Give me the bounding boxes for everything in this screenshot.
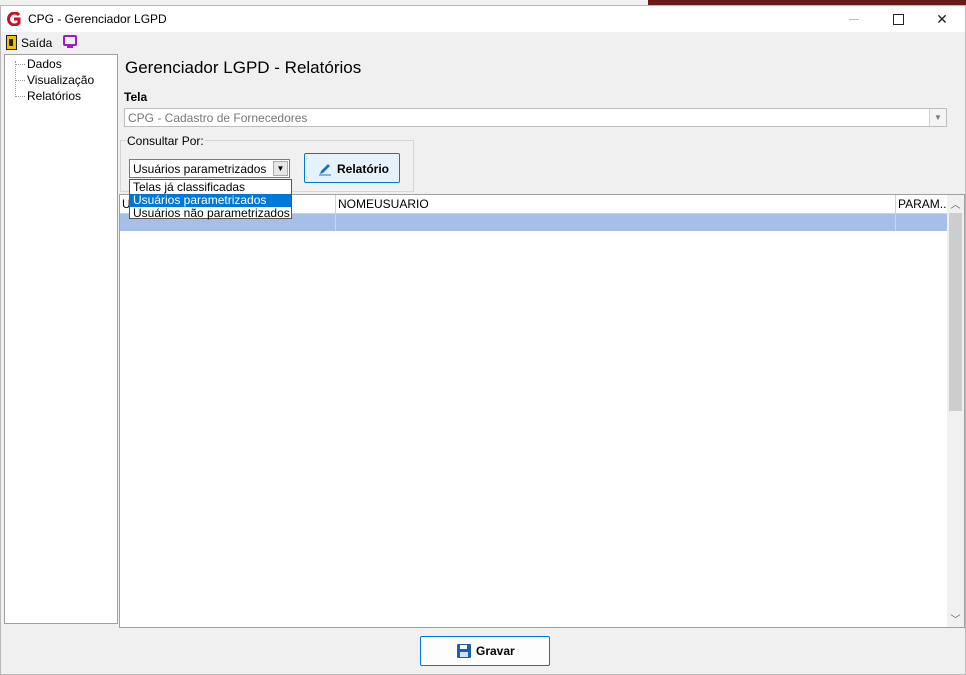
cell-separator (335, 214, 336, 231)
tree-item-dados[interactable]: Dados (27, 57, 62, 71)
consultar-dropdown-list: Telas já classificadas Usuários parametr… (129, 179, 292, 220)
relatorio-button[interactable]: Relatório (304, 153, 400, 183)
cell-separator (895, 214, 896, 231)
tree-item-relatorios[interactable]: Relatórios (27, 89, 81, 103)
scroll-up-icon[interactable]: ︿ (947, 195, 964, 212)
dropdown-option-usuarios-nao-parametrizados[interactable]: Usuários não parametrizados (130, 207, 291, 220)
gravar-button-label: Gravar (476, 644, 515, 658)
tela-label: Tela (124, 90, 148, 104)
exit-door-icon[interactable] (6, 35, 17, 50)
page-title: Gerenciador LGPD - Relatórios (125, 58, 362, 77)
monitor-icon[interactable] (63, 35, 77, 48)
title-bar[interactable]: CPG - Gerenciador LGPD ✕ (1, 6, 965, 32)
results-grid[interactable]: U NOMEUSUARIO PARAM... ︿ ﹀ (119, 194, 965, 628)
column-header-nomeusuario[interactable]: NOMEUSUARIO (336, 195, 896, 213)
consultar-combo-value: Usuários parametrizados (133, 162, 267, 176)
maximize-button[interactable] (875, 6, 921, 32)
menu-bar: Saída (1, 33, 965, 53)
pencil-icon (319, 164, 331, 176)
consultar-combo[interactable]: Usuários parametrizados ▼ (129, 159, 290, 178)
app-logo-icon (7, 12, 21, 26)
tree-connector (15, 80, 25, 81)
relatorio-button-label: Relatório (337, 162, 390, 176)
maximize-icon (892, 13, 904, 25)
gravar-button[interactable]: Gravar (420, 636, 550, 666)
tree-connector (15, 61, 16, 97)
save-icon (457, 644, 471, 658)
main-window: CPG - Gerenciador LGPD ✕ Saída Dados Vis… (0, 5, 966, 675)
chevron-down-icon[interactable]: ▼ (273, 161, 288, 176)
minimize-icon (849, 18, 859, 20)
minimize-button[interactable] (831, 6, 877, 32)
tree-connector (15, 96, 25, 97)
tree-connector (15, 64, 25, 65)
tela-select[interactable]: CPG - Cadastro de Fornecedores ▼ (124, 108, 947, 127)
navigation-tree: Dados Visualização Relatórios (4, 54, 118, 624)
column-header-param[interactable]: PARAM... (896, 195, 949, 213)
exit-menu-item[interactable]: Saída (21, 36, 52, 50)
vertical-scrollbar[interactable]: ︿ ﹀ (947, 195, 964, 627)
scroll-down-icon[interactable]: ﹀ (947, 610, 964, 627)
close-icon: ✕ (936, 10, 948, 27)
window-title: CPG - Gerenciador LGPD (28, 12, 167, 26)
close-button[interactable]: ✕ (919, 6, 965, 32)
chevron-down-icon[interactable]: ▼ (929, 109, 946, 126)
tela-select-value: CPG - Cadastro de Fornecedores (128, 111, 308, 125)
tree-item-visualizacao[interactable]: Visualização (27, 73, 94, 87)
consultar-label: Consultar Por: (126, 134, 205, 148)
scrollbar-thumb[interactable] (949, 213, 962, 411)
